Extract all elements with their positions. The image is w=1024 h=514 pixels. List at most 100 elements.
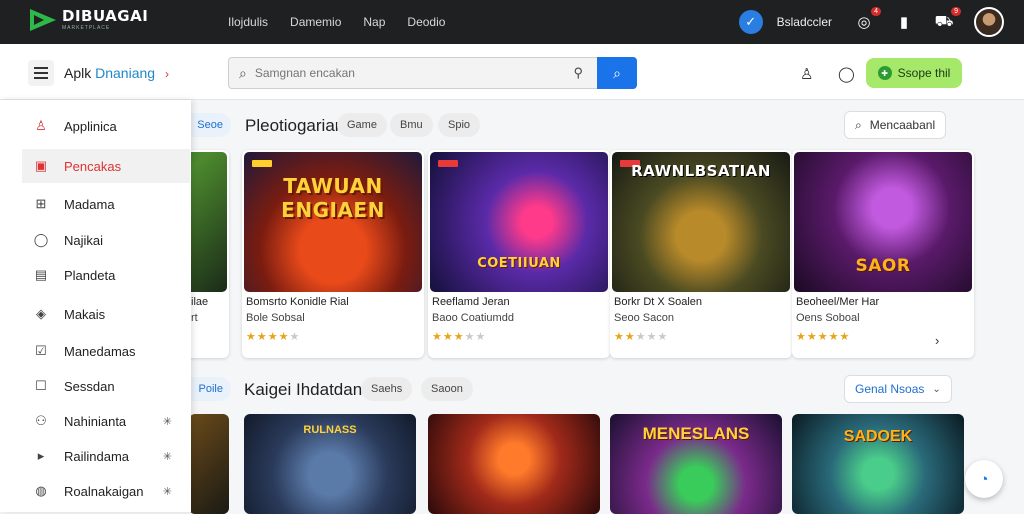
top-bar: DIBUAGAI MARKETPLACE Ilojdulis Damemio N… (0, 0, 1024, 44)
sidebar-item-roalnakaigan[interactable]: ◍ Roalnakaigan ✳ (22, 474, 190, 508)
sidebar-item-label: Najikai (64, 232, 104, 248)
game-card[interactable]: SADOEK (792, 414, 964, 514)
game-card[interactable]: TAWUAN ENGIAEN Bomsrto Konidle Rial Bole… (242, 150, 424, 358)
voice-search-icon[interactable]: ⚲ (573, 65, 583, 81)
filter-chip[interactable]: Game (337, 113, 387, 137)
sidebar-item-plandeta[interactable]: ▤ Plandeta (22, 258, 190, 292)
check-icon[interactable]: ✓ (738, 10, 763, 34)
sidebar-item-makais[interactable]: ◈ Makais (22, 297, 190, 331)
section-chip[interactable]: Seoe (191, 113, 231, 137)
filter-chip[interactable]: Saehs (361, 377, 413, 401)
brand-name: Dnaniang (95, 65, 156, 81)
game-card[interactable]: COETIIUAN Reeflamd Jeran Baoo Coatiumdd … (428, 150, 610, 358)
building-icon: ▤ (34, 267, 48, 282)
chat-icon[interactable]: ◯ (838, 65, 855, 83)
game-meta: Bole Sobsal (246, 312, 305, 324)
game-card[interactable] (189, 414, 229, 514)
logo-subtitle: MARKETPLACE (62, 25, 111, 31)
avatar[interactable] (974, 7, 1004, 37)
search-box: ⌕ ⚲ (228, 57, 598, 89)
section-title: Pleotiogarian (245, 116, 345, 135)
section-search-button[interactable]: ⌕ Mencaabanl (844, 111, 947, 139)
game-meta: Oens Soboal (796, 312, 860, 324)
game-art: COETIIUAN (430, 152, 608, 292)
logo[interactable]: DIBUAGAI MARKETPLACE (30, 9, 148, 31)
phone-icon[interactable]: ▮ (894, 12, 914, 32)
rating-stars: ★★★★★ (614, 331, 669, 343)
section-chip[interactable]: Poile (191, 377, 231, 401)
game-card[interactable] (428, 414, 600, 514)
game-art-title: RAWNLBSATIAN (631, 162, 771, 180)
sidebar-item-sessdan[interactable]: ☐ Sessdan (22, 369, 190, 403)
user-icon[interactable]: ♙ (800, 65, 813, 83)
sidebar-item-applinica[interactable]: ♙ Applinica (22, 109, 190, 143)
rating-stars: ★★★★★ (796, 331, 851, 343)
section-search-label: Mencaabanl (869, 118, 936, 132)
game-art: SAOR (794, 152, 972, 292)
sidebar-item-nahinianta[interactable]: ⚇ Nahinianta ✳ (22, 404, 190, 438)
game-art-title: TAWUAN ENGIAEN (281, 174, 385, 222)
sidebar-item-pencakas[interactable]: ▣ Pencakas (22, 149, 190, 183)
folder-icon: ▣ (34, 158, 48, 173)
filter-chip[interactable]: Spio (438, 113, 481, 137)
sidebar-item-najikai[interactable]: ◯ Najikai (22, 223, 190, 257)
search-icon: ⌕ (239, 64, 247, 81)
checklist-icon: ☑ (35, 343, 47, 358)
top-nav-item[interactable]: Nap (363, 15, 385, 29)
play-icon: ▸ (37, 448, 45, 463)
plus-icon: ✚ (877, 66, 892, 80)
game-card[interactable]: MENESLANS (610, 414, 782, 514)
search-input[interactable] (254, 66, 555, 80)
search-button[interactable]: ⌕ (597, 57, 637, 89)
logo-icon (30, 9, 56, 31)
game-meta: Seoo Sacon (614, 312, 674, 324)
pin-icon[interactable]: ✳ (163, 415, 172, 428)
section-sort-label: Genal Nsoas (855, 382, 925, 396)
chevron-right-icon[interactable]: › (935, 333, 939, 348)
top-nav: Ilojdulis Damemio Nap Deodio (228, 0, 445, 44)
top-nav-item[interactable]: Deodio (407, 15, 445, 29)
android-icon: ♙ (35, 118, 47, 133)
cart-icon[interactable]: ⛟ 9 (934, 7, 961, 32)
sidebar-item-label: Nahinianta (64, 413, 127, 429)
game-art-title: RULNASS (303, 424, 357, 436)
game-name: ilae (191, 296, 209, 308)
game-card[interactable]: SAOR Beoheel/Mer Har Oens Soboal ★★★★★ (792, 150, 974, 358)
logo-title: DIBUAGAI (62, 7, 149, 25)
user-label[interactable]: Bsladccler (777, 15, 832, 29)
game-name: Beoheel/Mer Har (796, 296, 880, 308)
sidebar-item-madama[interactable]: ⊞ Madama (22, 187, 190, 221)
game-art-title: SAOR (855, 256, 911, 276)
store-brand[interactable]: Aplk Dnaniang › (64, 65, 169, 81)
search-icon: ⌕ (855, 117, 862, 132)
subscribe-button[interactable]: ✚ Ssope thil (866, 58, 962, 88)
sidebar-item-manedamas[interactable]: ☑ Manedamas (22, 334, 190, 368)
sidebar-item-label: Railindama (64, 448, 130, 464)
pin-icon[interactable]: ✳ (163, 450, 172, 463)
chevron-right-icon: › (164, 67, 169, 81)
game-meta: rt (191, 312, 198, 324)
game-card[interactable]: RAWNLBSATIAN Borkr Dt X Soalen Seoo Saco… (610, 150, 792, 358)
grid-icon: ⊞ (35, 196, 47, 211)
help-chat-icon[interactable]: ◔ (965, 460, 1003, 498)
sidebar-item-label: Applinica (64, 118, 117, 134)
people-icon: ⚇ (35, 413, 47, 428)
hamburger-menu-icon[interactable] (28, 60, 54, 86)
top-nav-item[interactable]: Ilojdulis (228, 15, 268, 29)
top-nav-item[interactable]: Damemio (290, 15, 341, 29)
notification-badge: 9 (951, 7, 961, 16)
gamepad-icon[interactable]: ◎ 4 (854, 7, 881, 32)
shield-icon: ◍ (35, 483, 47, 498)
game-card[interactable]: RULNASS (244, 414, 416, 514)
subscribe-label: Ssope thil (897, 66, 951, 80)
filter-chip[interactable]: Saoon (421, 377, 473, 401)
sidebar-item-railindama[interactable]: ▸ Railindama ✳ (22, 439, 190, 473)
section-sort-dropdown[interactable]: Genal Nsoas ⌄ (844, 375, 952, 403)
filter-chip[interactable]: Bmu (390, 113, 433, 137)
section-title: Kaigei Ihdatdan (244, 380, 363, 399)
game-name: Reeflamd Jeran (432, 296, 510, 308)
pin-icon[interactable]: ✳ (163, 485, 172, 498)
sidebar-item-label: Plandeta (64, 267, 116, 283)
game-name: Bomsrto Konidle Rial (246, 296, 349, 308)
game-art-title: SADOEK (843, 428, 913, 445)
